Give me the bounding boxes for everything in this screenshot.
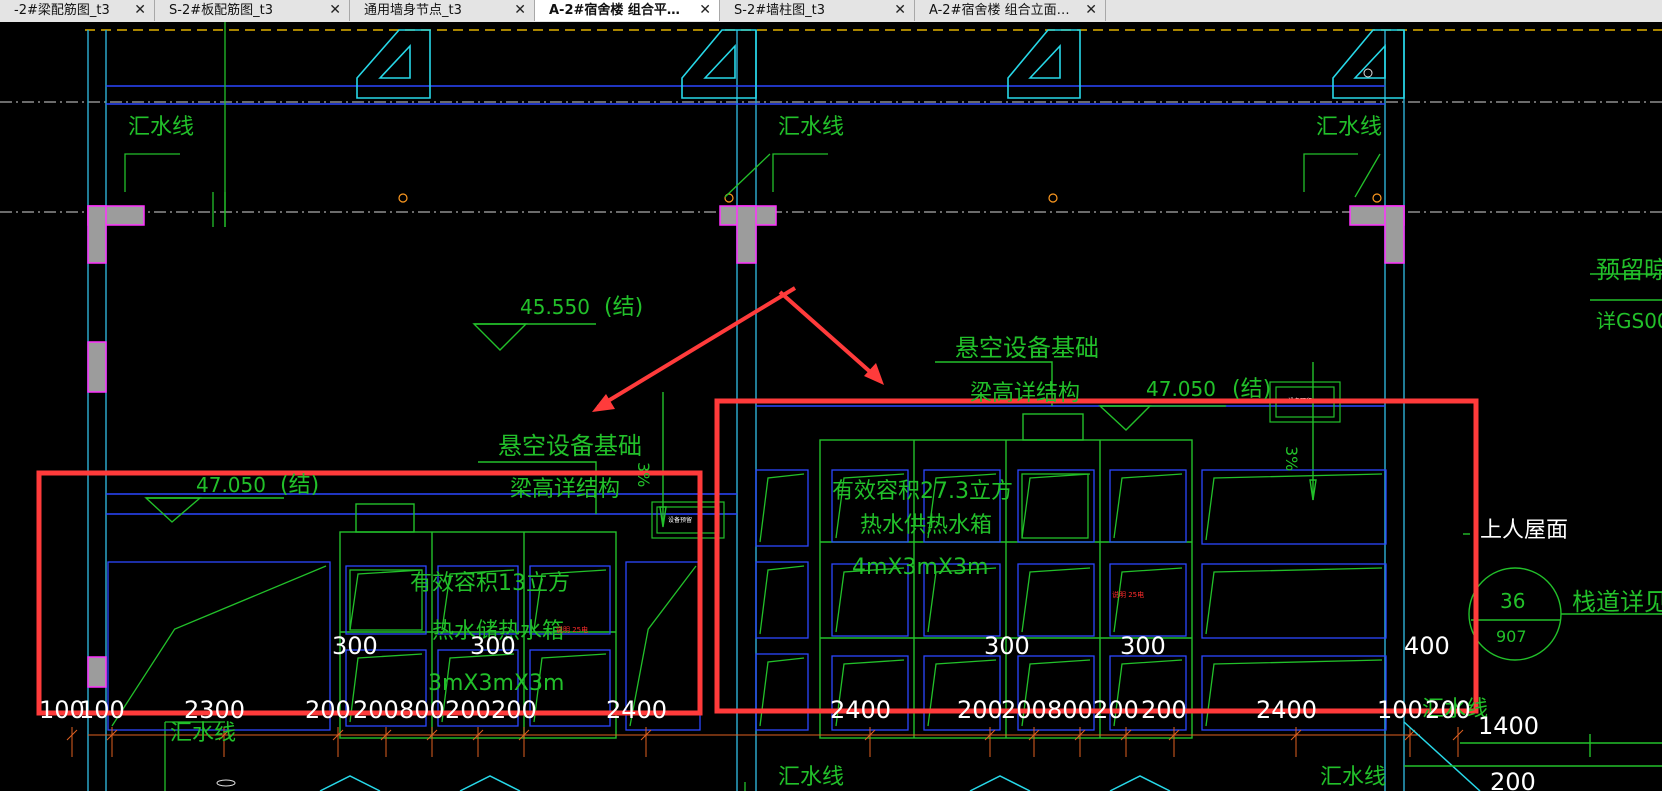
tab-3[interactable]: 通用墙身节点_t3 ✕	[350, 0, 535, 21]
tab-4[interactable]: A-2#宿舍楼 组合平面图_t3 ✕	[535, 0, 720, 21]
beam-height-note: 梁高详结构	[510, 477, 620, 502]
close-icon[interactable]: ✕	[1085, 0, 1097, 21]
svg-text:设备预留: 设备预留	[668, 516, 692, 524]
dimension-label: 100	[39, 696, 85, 724]
dimension-label: 1400	[1478, 712, 1539, 740]
tab-2[interactable]: S-2#板配筋图_t3 ✕	[155, 0, 350, 21]
drain-line-label: 汇水线	[778, 115, 844, 140]
tab-label: A-2#宿舍楼 组合立面…	[929, 3, 1070, 18]
tab-label: S-2#板配筋图_t3	[169, 3, 273, 18]
tank-size-label: 3mX3mX3m	[428, 671, 564, 696]
tank-name-label: 热水供热水箱	[860, 513, 992, 538]
reserve-note: 预留晾衣	[1596, 256, 1662, 284]
tab-5[interactable]: S-2#墙柱图_t3 ✕	[720, 0, 915, 21]
dimension-label: 200	[957, 696, 1003, 724]
dimension-label: 200	[305, 696, 351, 724]
beam-height-note: 梁高详结构	[970, 381, 1080, 406]
drain-line-label: 汇水线	[170, 721, 236, 746]
close-icon[interactable]: ✕	[514, 0, 526, 21]
structure-note: (结)	[1232, 377, 1271, 402]
elevation-label: 45.550	[520, 295, 590, 319]
structure-note: (结)	[280, 473, 319, 498]
circle-number: 907	[1496, 627, 1527, 646]
dimension-label: 400	[1404, 632, 1450, 660]
dimension-label: 2300	[184, 696, 245, 724]
dimension-label: 800	[1047, 696, 1093, 724]
tab-label: -2#梁配筋图_t3	[14, 3, 110, 18]
small-note: 说明 25电	[1112, 590, 1144, 599]
dimension-label: 2400	[830, 696, 891, 724]
elevation-label: 47.050	[1146, 377, 1216, 401]
close-icon[interactable]: ✕	[699, 0, 711, 21]
elevation-label: 47.050	[196, 473, 266, 497]
tank-capacity-label: 有效容积13立方	[410, 571, 570, 596]
equipment-base-label: 悬空设备基础	[955, 334, 1099, 362]
circle-number: 36	[1500, 589, 1525, 613]
small-note: 说明 25电	[556, 625, 588, 634]
dimension-label: 200	[1425, 696, 1471, 724]
dimension-label: 300	[470, 632, 516, 660]
dimension-label: 200	[1001, 696, 1047, 724]
slope-label: 3%	[634, 462, 653, 487]
dimension-label: 200	[1141, 696, 1187, 724]
structure-note: (结)	[604, 295, 643, 320]
dimension-label: 200	[445, 696, 491, 724]
dimension-label: 200	[353, 696, 399, 724]
dimension-label: 2400	[606, 696, 667, 724]
tab-6[interactable]: A-2#宿舍楼 组合立面… ✕	[915, 0, 1106, 21]
dimension-label: 200	[1490, 768, 1536, 791]
dimension-label: 200	[1093, 696, 1139, 724]
close-icon[interactable]: ✕	[894, 0, 906, 21]
roof-label: 上人屋面	[1480, 518, 1568, 543]
document-tab-bar: -2#梁配筋图_t3 ✕ S-2#板配筋图_t3 ✕ 通用墙身节点_t3 ✕ A-2#宿舍楼…	[0, 0, 1662, 23]
ladder-note: 栈道详见JS	[1572, 588, 1662, 616]
detail-reference: 详GS004	[1596, 309, 1662, 333]
dimension-label: 100	[1377, 696, 1423, 724]
close-icon[interactable]: ✕	[329, 0, 341, 21]
close-icon[interactable]: ✕	[134, 0, 146, 21]
tab-label: S-2#墙柱图_t3	[734, 3, 825, 18]
tank-size-label: 4mX3mX3m	[852, 555, 988, 580]
equipment-base-label: 悬空设备基础	[498, 432, 642, 460]
dimension-label: 300	[984, 632, 1030, 660]
tab-1[interactable]: -2#梁配筋图_t3 ✕	[0, 0, 155, 21]
slope-label: 3%	[1282, 446, 1301, 471]
drain-line-label: 汇水线	[1316, 115, 1382, 140]
tab-label: 通用墙身节点_t3	[364, 3, 462, 18]
dimension-label: 100	[79, 696, 125, 724]
tab-label: A-2#宿舍楼 组合平面图_t3	[549, 3, 685, 18]
drain-line-label: 汇水线	[128, 115, 194, 140]
dimension-label: 200	[491, 696, 537, 724]
dimension-label: 2400	[1256, 696, 1317, 724]
drain-line-label: 汇水线	[778, 765, 844, 790]
cad-drawing-canvas[interactable]: 设备预留 设备预留 汇水线 汇水线 汇水线 汇水线 汇水线 汇水线 汇水线 45…	[0, 22, 1662, 791]
drain-line-label: 汇水线	[1320, 765, 1386, 790]
dimension-label: 300	[332, 632, 378, 660]
dimension-label: 800	[399, 696, 445, 724]
tank-capacity-label: 有效容积27.3立方	[832, 479, 1013, 504]
dimension-label: 300	[1120, 632, 1166, 660]
